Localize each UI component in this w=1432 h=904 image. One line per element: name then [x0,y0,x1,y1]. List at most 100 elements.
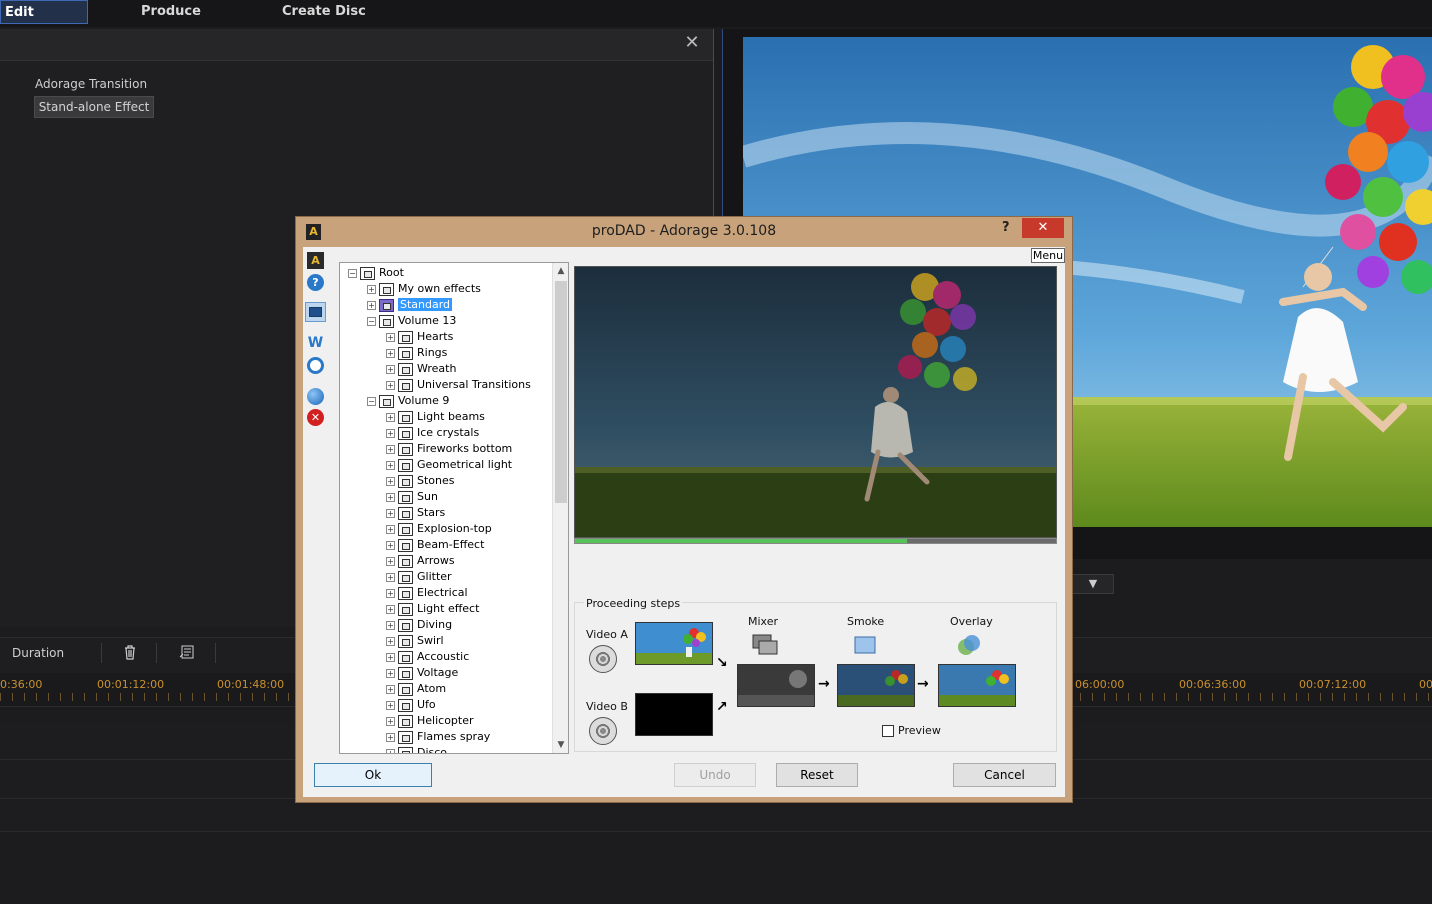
stand-alone-effect-button[interactable]: Stand-alone Effect [34,96,154,118]
tree-item[interactable]: + Fireworks bottom [348,441,552,457]
tree-item[interactable]: + Voltage [348,665,552,681]
close-icon[interactable]: ✕ [682,33,702,53]
expand-icon[interactable]: + [386,332,395,342]
tree-item[interactable]: + Light beams [348,409,552,425]
tree-item[interactable]: + Hearts [348,329,552,345]
tree-item[interactable]: + Helicopter [348,713,552,729]
expand-icon[interactable]: + [386,732,395,742]
expand-icon[interactable]: + [386,620,395,630]
tree-item[interactable]: + Sun [348,489,552,505]
expand-icon[interactable]: + [386,556,395,566]
expand-icon[interactable]: + [386,364,395,374]
mixer-thumbnail[interactable] [737,664,815,707]
collapse-icon[interactable]: − [348,268,357,278]
help-button[interactable]: ? [1002,220,1016,235]
tree-item[interactable]: + Ice crystals [348,425,552,441]
expand-icon[interactable]: + [386,684,395,694]
expand-icon[interactable]: + [386,700,395,710]
expand-icon[interactable]: + [386,508,395,518]
expand-icon[interactable]: + [386,636,395,646]
tree-item[interactable]: + Explosion-top [348,521,552,537]
overlay-thumbnail[interactable] [938,664,1016,707]
preview-checkbox[interactable] [882,725,894,737]
mixer-icon[interactable] [751,633,779,657]
expand-icon[interactable]: + [386,492,395,502]
help-icon[interactable]: ? [307,274,324,291]
undo-button[interactable]: Undo [674,763,756,787]
scroll-thumb[interactable] [555,281,567,503]
scroll-down-arrow[interactable]: ▼ [553,737,568,753]
tree-item[interactable]: + Flames spray [348,729,552,745]
expand-icon[interactable]: + [386,348,395,358]
expand-icon[interactable]: + [386,444,395,454]
tree-item[interactable]: + Standard [348,297,552,313]
expand-icon[interactable]: + [386,748,395,753]
film-reel-icon[interactable] [589,717,617,745]
delete-icon[interactable]: ✕ [307,409,324,426]
tree-item[interactable]: + Atom [348,681,552,697]
tab-produce[interactable]: Produce [141,0,201,24]
video-a-thumbnail[interactable] [635,622,713,665]
collapse-icon[interactable]: − [367,316,376,326]
cancel-button[interactable]: Cancel [953,763,1056,787]
expand-icon[interactable]: + [386,588,395,598]
preview-dropdown[interactable]: ▼ [1072,574,1114,594]
expand-icon[interactable]: + [367,300,376,310]
trash-icon[interactable] [121,644,139,662]
tree-item[interactable]: + Electrical [348,585,552,601]
expand-icon[interactable]: + [386,428,395,438]
playback-progress[interactable] [574,538,1057,544]
tree-item[interactable]: + Stones [348,473,552,489]
tree-item[interactable]: + Arrows [348,553,552,569]
tree-item[interactable]: + Rings [348,345,552,361]
gear-icon[interactable] [307,357,324,374]
preview-mode-icon[interactable] [305,302,326,322]
expand-icon[interactable]: + [386,476,395,486]
tree-item[interactable]: + Diving [348,617,552,633]
tree-item[interactable]: + Wreath [348,361,552,377]
video-b-thumbnail[interactable] [635,693,713,736]
tab-create-disc[interactable]: Create Disc [282,0,366,24]
tree-item[interactable]: + Stars [348,505,552,521]
tree-item[interactable]: + Glitter [348,569,552,585]
tree-item[interactable]: + Ufo [348,697,552,713]
expand-icon[interactable]: + [386,540,395,550]
tree-item[interactable]: − Root [348,265,552,281]
tab-edit[interactable]: Edit [0,0,88,24]
reset-button[interactable]: Reset [776,763,858,787]
film-reel-icon[interactable] [589,645,617,673]
expand-icon[interactable]: + [386,412,395,422]
expand-icon[interactable]: + [386,604,395,614]
expand-icon[interactable]: + [386,572,395,582]
overlay-icon[interactable] [956,633,982,657]
dialog-close-button[interactable]: ✕ [1022,218,1064,238]
tree-item[interactable]: + Universal Transitions [348,377,552,393]
tree-item[interactable]: − Volume 13 [348,313,552,329]
expand-icon[interactable]: + [386,380,395,390]
tree-item[interactable]: − Volume 9 [348,393,552,409]
tree-item[interactable]: + Geometrical light [348,457,552,473]
edit-icon[interactable] [178,644,196,662]
tree-item[interactable]: + Swirl [348,633,552,649]
adorage-icon[interactable]: A [307,252,324,269]
tree-item[interactable]: + Beam-Effect [348,537,552,553]
effects-tree[interactable]: − Root + My own effects + Standard − Volume 13 +… [339,262,569,754]
collapse-icon[interactable]: − [367,396,376,406]
ok-button[interactable]: Ok [314,763,432,787]
expand-icon[interactable]: + [367,284,376,294]
expand-icon[interactable]: + [386,716,395,726]
expand-icon[interactable]: + [386,460,395,470]
tree-item[interactable]: + Disco [348,745,552,753]
tree-item[interactable]: + Light effect [348,601,552,617]
globe-icon[interactable] [307,388,324,405]
wizard-icon[interactable]: W [307,335,324,352]
tree-scrollbar[interactable]: ▲ ▼ [552,263,568,753]
expand-icon[interactable]: + [386,524,395,534]
scroll-up-arrow[interactable]: ▲ [553,263,568,279]
expand-icon[interactable]: + [386,668,395,678]
menu-button[interactable]: Menu [1031,248,1065,263]
tree-item[interactable]: + My own effects [348,281,552,297]
smoke-thumbnail[interactable] [837,664,915,707]
expand-icon[interactable]: + [386,652,395,662]
smoke-icon[interactable] [852,634,878,658]
